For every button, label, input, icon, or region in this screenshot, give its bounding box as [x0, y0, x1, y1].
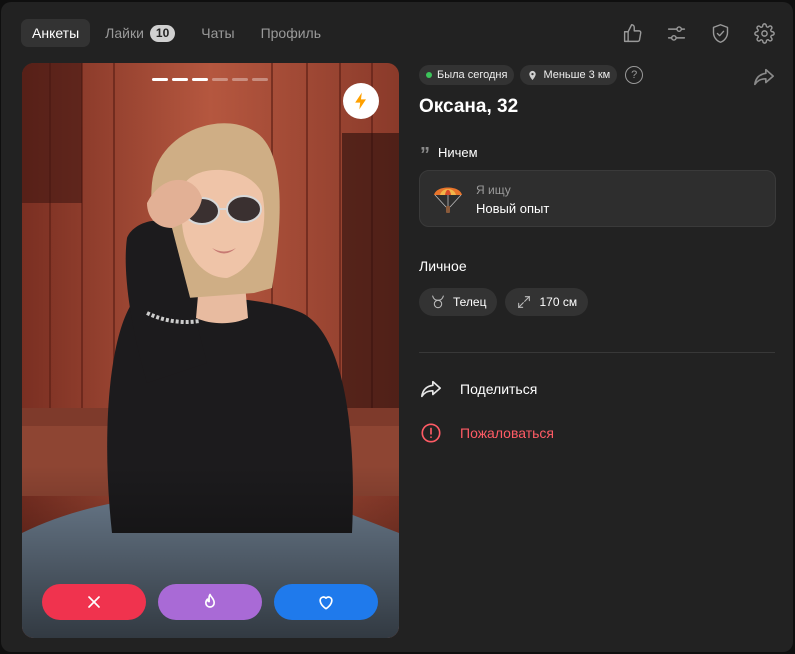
sliders-icon[interactable] [665, 22, 687, 44]
divider [419, 352, 775, 353]
photo-progress-segment [252, 78, 268, 81]
gear-icon[interactable] [753, 22, 775, 44]
height-icon [518, 296, 531, 308]
share-arrow-icon[interactable] [752, 66, 776, 88]
personal-tags: Телец 170 см [419, 288, 589, 316]
report-button[interactable]: Пожаловаться [420, 422, 554, 444]
profile-photo [22, 63, 399, 638]
tab-profiles[interactable]: Анкеты [21, 19, 91, 47]
lightning-icon [355, 92, 366, 110]
personal-section-title: Личное [419, 258, 467, 274]
location-pin-icon [529, 70, 537, 80]
boost-button[interactable] [343, 83, 379, 119]
online-status-badge: Была сегодня [419, 65, 515, 85]
app-window: Анкеты Лайки 10 Чаты Профиль Была сегодн… [1, 2, 793, 652]
shield-check-icon[interactable] [709, 22, 731, 44]
distance-text: Меньше 3 км [543, 69, 611, 81]
dislike-button[interactable] [42, 584, 146, 620]
zodiac-text: Телец [453, 295, 487, 309]
report-label: Пожаловаться [460, 425, 555, 441]
about-text: ” Ничем [420, 139, 478, 166]
tab-label: Чаты [201, 25, 235, 41]
photo-progress-segment [152, 78, 168, 81]
quote-icon: ” [420, 144, 430, 166]
distance-badge: Меньше 3 км [520, 65, 618, 85]
taurus-icon [432, 295, 444, 309]
photo-progress-segment [172, 78, 188, 81]
superlike-button[interactable] [158, 584, 262, 620]
seeking-card: Я ищу Новый опыт [419, 170, 776, 227]
status-chips: Была сегодня Меньше 3 км ? [419, 65, 644, 85]
profile-photo-card[interactable] [22, 63, 399, 638]
tab-likes[interactable]: Лайки 10 [94, 19, 186, 47]
profile-name-age: Оксана, 32 [419, 96, 519, 117]
photo-progress-segment [232, 78, 248, 81]
zodiac-tag: Телец [419, 288, 498, 316]
heart-icon [319, 596, 333, 610]
height-tag: 170 см [505, 288, 589, 316]
main-tabs: Анкеты Лайки 10 Чаты Профиль [21, 19, 332, 47]
swipe-actions [42, 584, 378, 620]
share-label: Поделиться [460, 381, 538, 397]
share-icon [421, 380, 441, 398]
online-status-text: Была сегодня [437, 69, 508, 81]
share-button[interactable]: Поделиться [420, 378, 537, 400]
photo-progress-segment [192, 78, 208, 81]
x-icon [88, 596, 100, 608]
tab-label: Анкеты [32, 25, 80, 41]
tab-profile[interactable]: Профиль [250, 19, 332, 47]
tab-label: Профиль [260, 25, 321, 41]
about-value: Ничем [438, 144, 478, 160]
thumbs-up-icon[interactable] [621, 22, 643, 44]
likes-count-badge: 10 [149, 24, 176, 42]
photo-progress [152, 78, 268, 81]
online-dot [426, 72, 432, 78]
parachute-icon [434, 187, 462, 213]
help-icon[interactable]: ? [625, 66, 644, 84]
height-text: 170 см [539, 295, 578, 309]
seeking-value: Новый опыт [476, 201, 550, 216]
top-toolbar [621, 22, 775, 44]
fire-icon [205, 593, 215, 608]
seeking-label: Я ищу [476, 183, 511, 197]
like-button[interactable] [274, 584, 378, 620]
photo-progress-segment [212, 78, 228, 81]
tab-chats[interactable]: Чаты [190, 19, 245, 47]
tab-label: Лайки [105, 25, 144, 41]
alert-circle-icon [421, 423, 441, 443]
